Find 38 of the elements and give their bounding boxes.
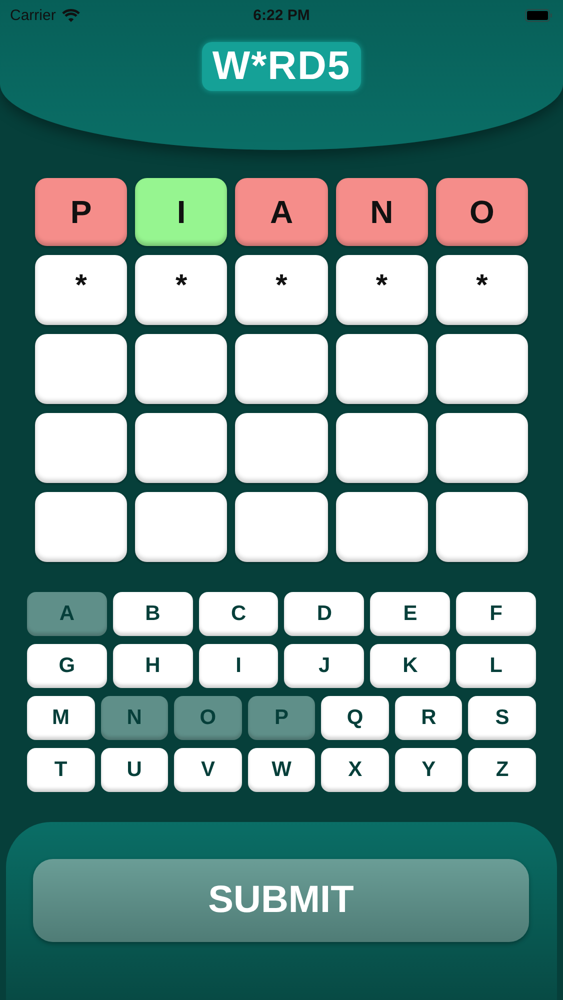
letter-key[interactable]: V (174, 748, 242, 792)
letter-key[interactable]: I (198, 644, 278, 688)
letter-tile: I (135, 178, 228, 246)
letter-tile: * (336, 255, 428, 325)
letter-tile: P (35, 178, 128, 246)
submit-button[interactable]: SUBMIT (33, 859, 529, 942)
wifi-icon (62, 8, 80, 22)
letter-key[interactable]: J (284, 644, 364, 688)
letter-key[interactable]: W (248, 748, 316, 792)
letter-key[interactable]: K (370, 644, 450, 688)
letter-tile: * (35, 255, 128, 325)
letter-key[interactable]: C (198, 592, 278, 636)
letter-key[interactable]: Q (321, 696, 389, 740)
letter-tile: O (436, 178, 528, 246)
letter-tile: * (235, 255, 328, 325)
letter-key[interactable]: H (112, 644, 193, 688)
letter-key[interactable]: F (456, 592, 536, 636)
carrier-label: Carrier (10, 6, 56, 24)
app-logo: W*RD5 (202, 42, 361, 91)
letter-tile: N (336, 178, 428, 246)
battery-icon (524, 8, 553, 22)
letter-tile: A (235, 178, 328, 246)
letter-key[interactable]: D (284, 592, 364, 636)
letter-key[interactable]: X (321, 748, 389, 792)
letter-key[interactable]: M (27, 696, 95, 740)
letter-key[interactable]: S (468, 696, 536, 740)
status-time: 6:22 PM (253, 6, 310, 24)
letter-key[interactable]: R (394, 696, 462, 740)
letter-key[interactable]: Y (394, 748, 462, 792)
letter-key[interactable]: G (27, 644, 107, 688)
letter-key[interactable]: Z (468, 748, 536, 792)
letter-key[interactable]: B (112, 592, 193, 636)
letter-key[interactable]: E (370, 592, 450, 636)
letter-key[interactable]: T (27, 748, 95, 792)
letter-tile: * (135, 255, 228, 325)
letter-tile: * (436, 255, 528, 325)
letter-key[interactable]: L (456, 644, 536, 688)
letter-key[interactable]: U (100, 748, 168, 792)
